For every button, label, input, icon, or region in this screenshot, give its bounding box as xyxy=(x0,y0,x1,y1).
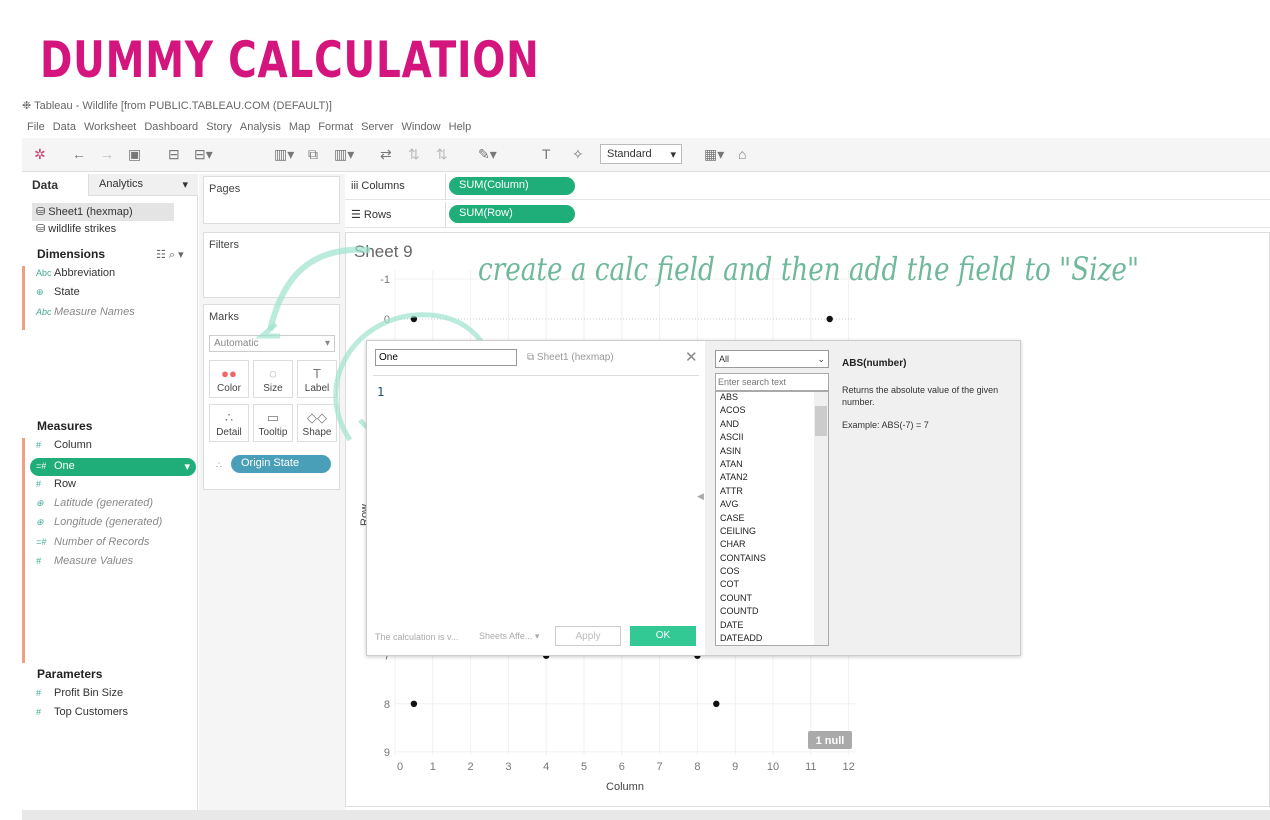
x-tick-label: 7 xyxy=(657,761,663,773)
function-item[interactable]: COT xyxy=(716,579,828,592)
sheet-tabs-bar xyxy=(22,810,1270,820)
function-item[interactable]: DATE xyxy=(716,620,828,633)
help-title: ABS(number) xyxy=(842,358,907,369)
function-item[interactable]: CONTAINS xyxy=(716,553,828,566)
function-list: ABS ACOS AND ASCII ASIN ATAN ATAN2 ATTR AVG CASE C… xyxy=(715,391,829,646)
function-item[interactable]: ATAN xyxy=(716,459,828,472)
function-item[interactable]: ASCII xyxy=(716,432,828,445)
calc-datasource: ⧉ Sheet1 (hexmap) xyxy=(527,352,614,363)
apply-button[interactable]: Apply xyxy=(555,626,621,646)
x-tick-label: 0 xyxy=(397,761,403,773)
annotation-text: create a calc field and then add the fie… xyxy=(478,250,1140,288)
category-value: All xyxy=(719,354,730,364)
calc-datasource-label: Sheet1 (hexmap) xyxy=(536,352,614,363)
y-tick-label: 8 xyxy=(384,699,390,711)
null-badge-text: 1 null xyxy=(816,735,845,747)
calc-editor-panel: ⧉ Sheet1 (hexmap) ✕ 1 The calculation is… xyxy=(367,341,705,655)
data-point xyxy=(826,315,833,323)
x-tick-label: 9 xyxy=(732,761,738,773)
help-description: Returns the absolute value of the given … xyxy=(842,385,999,407)
x-tick-label: 8 xyxy=(694,761,700,773)
ok-button[interactable]: OK xyxy=(630,626,696,646)
function-item[interactable]: ABS xyxy=(716,392,828,405)
function-item[interactable]: CASE xyxy=(716,513,828,526)
function-item[interactable]: CHAR xyxy=(716,539,828,552)
function-item[interactable]: COS xyxy=(716,566,828,579)
x-tick-label: 12 xyxy=(842,761,854,773)
x-tick-label: 6 xyxy=(619,761,625,773)
function-item[interactable]: ACOS xyxy=(716,405,828,418)
x-tick-label: 1 xyxy=(430,761,436,773)
sheets-affected-dropdown[interactable]: Sheets Affe... ▾ xyxy=(479,631,539,642)
collapse-arrow-icon[interactable]: ◀ xyxy=(697,491,704,502)
function-item[interactable]: COUNTD xyxy=(716,606,828,619)
sheets-affected-label: Sheets Affe... xyxy=(479,631,533,641)
data-point xyxy=(410,700,418,707)
function-search-input[interactable] xyxy=(715,373,829,391)
function-item[interactable]: CEILING xyxy=(716,526,828,539)
function-item[interactable]: ATAN2 xyxy=(716,472,828,485)
help-example: Example: ABS(-7) = 7 xyxy=(842,420,929,430)
divider xyxy=(373,375,699,376)
x-tick-label: 11 xyxy=(805,761,816,773)
formula-editor[interactable]: 1 xyxy=(377,385,692,625)
close-icon[interactable]: ✕ xyxy=(685,348,698,366)
y-tick-label: 9 xyxy=(384,747,390,759)
function-item[interactable]: COUNT xyxy=(716,593,828,606)
x-tick-label: 4 xyxy=(543,761,549,773)
x-tick-label: 5 xyxy=(581,761,587,773)
calc-name-input[interactable] xyxy=(375,349,517,366)
function-item[interactable]: DATEADD xyxy=(716,633,828,645)
x-tick-label: 3 xyxy=(505,761,511,773)
x-axis-label: Column xyxy=(606,781,644,793)
chevron-down-icon: ⌄ xyxy=(817,354,825,364)
function-list-scrollbar[interactable] xyxy=(814,392,828,645)
function-item[interactable]: ASIN xyxy=(716,446,828,459)
data-point xyxy=(713,700,720,707)
calc-status: The calculation is v... xyxy=(375,632,459,642)
function-item[interactable]: AND xyxy=(716,419,828,432)
function-category-select[interactable]: All ⌄ xyxy=(715,350,829,368)
calculation-dialog: ⧉ Sheet1 (hexmap) ✕ 1 The calculation is… xyxy=(366,340,1021,656)
x-tick-label: 10 xyxy=(767,761,779,773)
function-item[interactable]: AVG xyxy=(716,499,828,512)
function-item[interactable]: ATTR xyxy=(716,486,828,499)
x-tick-label: 2 xyxy=(468,761,474,773)
